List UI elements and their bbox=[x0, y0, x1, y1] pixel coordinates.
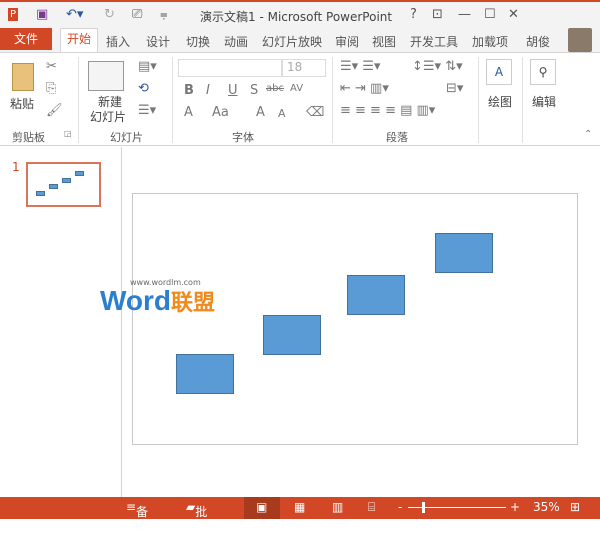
reset-icon[interactable]: ⟲ bbox=[138, 81, 149, 96]
editing-button[interactable]: 编辑 bbox=[532, 93, 556, 110]
group-label-slides: 幻灯片 bbox=[110, 131, 143, 144]
user-name[interactable]: 胡俊 bbox=[522, 31, 554, 52]
shrink-font-button[interactable]: A bbox=[278, 107, 286, 120]
redo-icon[interactable]: ↻ bbox=[104, 7, 115, 22]
find-binoculars-icon[interactable]: ⚲ bbox=[530, 59, 556, 85]
slide-sorter-icon[interactable]: ▦ bbox=[294, 500, 305, 514]
new-slide-button-label[interactable]: 幻灯片 bbox=[90, 108, 126, 125]
bold-button[interactable]: B bbox=[184, 83, 194, 98]
ribbon-tabs: 文件 开始 插入 设计 切换 动画 幻灯片放映 审阅 视图 开发工具 加载项 胡… bbox=[0, 28, 600, 52]
section-icon[interactable]: ☰▾ bbox=[138, 103, 156, 118]
fit-slide-icon[interactable]: ⊞ bbox=[570, 500, 580, 514]
normal-view-icon[interactable]: ▣ bbox=[256, 500, 267, 514]
tab-insert[interactable]: 插入 bbox=[102, 31, 134, 52]
group-label-clipboard: 剪贴板 bbox=[12, 131, 45, 144]
notes-button[interactable]: ≡ 备注 bbox=[126, 500, 148, 536]
tab-transitions[interactable]: 切换 bbox=[182, 31, 214, 52]
zoom-in-button[interactable]: + bbox=[510, 500, 520, 514]
font-size-combo[interactable]: 18 bbox=[282, 59, 326, 77]
tab-design[interactable]: 设计 bbox=[142, 31, 174, 52]
maximize-button[interactable]: ☐ bbox=[484, 7, 496, 22]
collapse-ribbon-icon[interactable]: ⌃ bbox=[584, 129, 592, 140]
strikethrough-button[interactable]: abc bbox=[266, 83, 284, 94]
font-name-combo[interactable] bbox=[178, 59, 282, 77]
window-title: 演示文稿1 - Microsoft PowerPoint bbox=[200, 10, 393, 24]
help-button[interactable]: ? bbox=[410, 7, 417, 22]
paste-button[interactable]: 粘贴 bbox=[10, 95, 34, 112]
underline-button[interactable]: U bbox=[228, 83, 238, 98]
tab-view[interactable]: 视图 bbox=[368, 31, 400, 52]
align-text-icon[interactable]: ⊟▾ bbox=[446, 81, 463, 96]
rectangle-shape-3[interactable] bbox=[347, 275, 405, 315]
copy-icon[interactable]: ⎘ bbox=[46, 81, 56, 96]
slide-thumbnail[interactable] bbox=[26, 162, 101, 207]
ribbon-display-button[interactable]: ⊡ bbox=[432, 7, 443, 22]
group-label-paragraph: 段落 bbox=[386, 131, 408, 144]
shadow-button[interactable]: S bbox=[250, 83, 258, 98]
zoom-level[interactable]: 35% bbox=[533, 500, 560, 514]
clear-format-icon[interactable]: ⌫ bbox=[306, 105, 324, 120]
rectangle-shape-1[interactable] bbox=[176, 354, 234, 394]
slide-canvas[interactable] bbox=[132, 193, 578, 445]
change-case-button[interactable]: Aa bbox=[212, 105, 229, 120]
ribbon: 粘贴 ✂ ⎘ 🖌 剪贴板 ◲ 新建 幻灯片 ▤▾ ⟲ ☰▾ 幻灯片 18 B I… bbox=[0, 52, 600, 146]
rectangle-shape-4[interactable] bbox=[435, 233, 493, 273]
slideshow-start-icon[interactable]: ⎚ bbox=[132, 7, 142, 22]
close-button[interactable]: ✕ bbox=[508, 7, 519, 22]
user-avatar[interactable] bbox=[568, 28, 592, 52]
tab-file[interactable]: 文件 bbox=[0, 28, 52, 50]
layout-icon[interactable]: ▤▾ bbox=[138, 59, 157, 74]
tab-developer[interactable]: 开发工具 bbox=[406, 31, 462, 52]
format-painter-icon[interactable]: 🖌 bbox=[46, 103, 63, 118]
font-color-button[interactable]: A bbox=[184, 105, 193, 120]
grow-font-button[interactable]: A bbox=[256, 105, 265, 120]
italic-button[interactable]: I bbox=[206, 83, 210, 98]
tab-home[interactable]: 开始 bbox=[60, 28, 99, 52]
drawing-button[interactable]: 绘图 bbox=[488, 93, 512, 110]
comments-button[interactable]: ▰ 批注 bbox=[186, 500, 207, 536]
watermark: www.wordlm.com Word联盟 bbox=[100, 278, 216, 316]
alignment-icons[interactable]: ≡ ≡ ≡ ≡ ▤ ▥▾ bbox=[340, 103, 435, 118]
tab-slideshow[interactable]: 幻灯片放映 bbox=[258, 31, 326, 52]
bullets-icon[interactable]: ☰▾ ☰▾ bbox=[340, 59, 381, 74]
zoom-out-button[interactable]: - bbox=[398, 500, 402, 514]
tab-review[interactable]: 审阅 bbox=[331, 31, 363, 52]
reading-view-icon[interactable]: ▥ bbox=[332, 500, 343, 514]
line-spacing-icon[interactable]: ↕☰▾ ⇅▾ bbox=[412, 59, 463, 74]
powerpoint-logo-icon: P bbox=[8, 8, 19, 21]
zoom-slider-thumb[interactable] bbox=[422, 502, 425, 513]
undo-icon[interactable]: ↶▾ bbox=[66, 7, 83, 22]
drawing-icon[interactable]: A bbox=[486, 59, 512, 85]
status-bar: ≡ 备注 ▰ 批注 ▣ ▦ ▥ ⌸ - + 35% ⊞ bbox=[0, 497, 600, 536]
minimize-button[interactable]: — bbox=[458, 7, 471, 22]
tab-addins[interactable]: 加载项 bbox=[468, 31, 512, 52]
tab-animations[interactable]: 动画 bbox=[220, 31, 252, 52]
title-bar: P ▣ ↶▾ ↻ ⎚ ⩦ 演示文稿1 - Microsoft PowerPoin… bbox=[0, 0, 600, 28]
slideshow-view-icon[interactable]: ⌸ bbox=[368, 500, 375, 515]
group-label-font: 字体 bbox=[232, 131, 254, 144]
dialog-launcher-icon[interactable]: ◲ bbox=[64, 129, 72, 138]
save-icon[interactable]: ▣ bbox=[36, 7, 48, 22]
char-spacing-button[interactable]: AV bbox=[290, 83, 303, 94]
cut-icon[interactable]: ✂ bbox=[46, 59, 57, 74]
new-slide-icon[interactable] bbox=[88, 61, 124, 91]
paste-icon[interactable] bbox=[12, 63, 34, 91]
indent-icon[interactable]: ⇤ ⇥ ▥▾ bbox=[340, 81, 389, 96]
customize-qat-icon[interactable]: ⩦ bbox=[160, 7, 168, 22]
slide-number: 1 bbox=[12, 160, 20, 174]
rectangle-shape-2[interactable] bbox=[263, 315, 321, 355]
